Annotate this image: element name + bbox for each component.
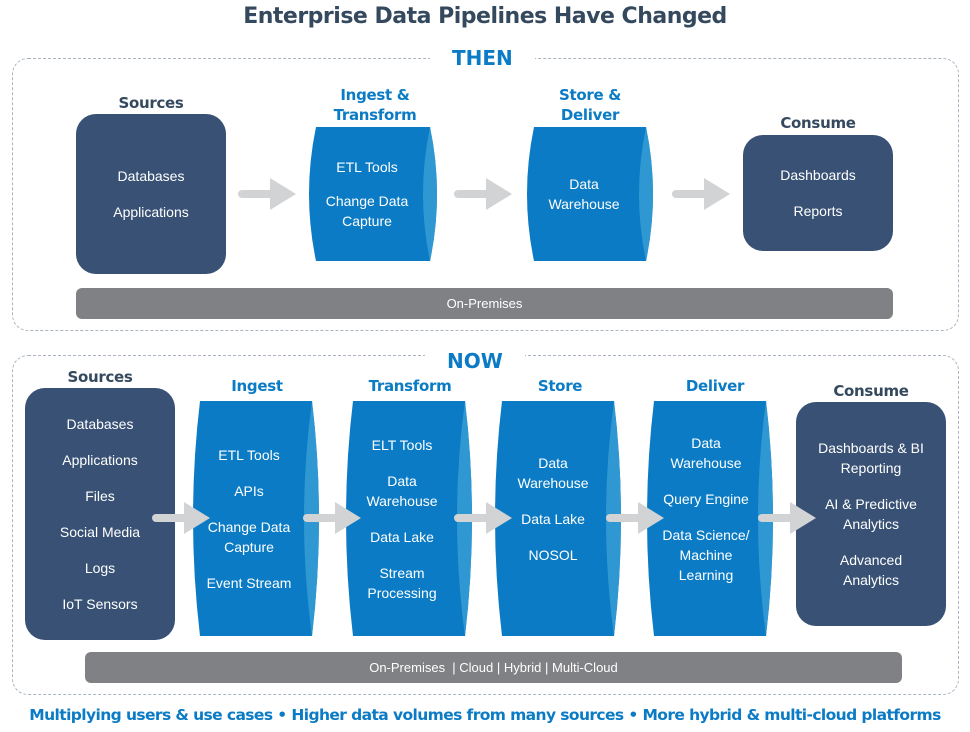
- now-deliver-heading: Deliver: [685, 377, 745, 395]
- now-ingest-heading: Ingest: [231, 377, 283, 395]
- then-sources-box: Databases Applications: [76, 114, 226, 274]
- now-sources-heading: Sources: [67, 368, 133, 386]
- deliver-item: Data Science/ Machine Learning: [662, 527, 750, 583]
- ingest-item: APIs: [234, 482, 264, 499]
- arrow-right-icon: [303, 502, 361, 534]
- now-environment-bar: On-Premises | Cloud | Hybrid | Multi-Clo…: [85, 652, 902, 683]
- then-store-deliver-cylinder: Data Warehouse: [526, 127, 660, 261]
- then-consume-box: Dashboards Reports: [743, 135, 893, 251]
- source-item: IoT Sensors: [62, 596, 138, 612]
- page-title: Enterprise Data Pipelines Have Changed: [243, 4, 727, 29]
- now-transform-heading: Transform: [368, 377, 452, 395]
- source-item: Databases: [66, 416, 134, 432]
- arrow-right-icon: [454, 178, 512, 210]
- source-item: Applications: [113, 204, 189, 220]
- now-consume-box: Dashboards & BI Reporting AI & Predictiv…: [796, 402, 946, 626]
- consume-item: Advanced Analytics: [839, 552, 903, 588]
- transform-item: Stream Processing: [367, 565, 437, 601]
- ingest-item: ETL Tools: [218, 446, 280, 463]
- source-item: Applications: [62, 452, 138, 468]
- source-item: Databases: [117, 168, 185, 184]
- then-ingest-transform-heading: Ingest & Transform: [333, 86, 417, 124]
- ingest-item: Event Stream: [206, 574, 292, 591]
- consume-item: Reports: [793, 203, 843, 219]
- consume-item: Dashboards: [780, 167, 856, 183]
- arrow-right-icon: [152, 502, 210, 534]
- store-item: Data Lake: [521, 511, 585, 527]
- now-consume-heading: Consume: [833, 382, 909, 400]
- store-item: Data Warehouse: [548, 176, 620, 212]
- ingest-item: ETL Tools: [336, 159, 398, 175]
- transform-item: Data Lake: [370, 529, 434, 545]
- transform-item: Data Warehouse: [366, 473, 438, 509]
- store-item: NOSOL: [528, 547, 578, 563]
- then-consume-heading: Consume: [780, 114, 856, 132]
- arrow-right-icon: [606, 502, 664, 534]
- then-label: THEN: [430, 46, 535, 70]
- consume-item: Dashboards & BI Reporting: [818, 440, 924, 476]
- arrow-right-icon: [454, 502, 512, 534]
- arrow-right-icon: [758, 502, 816, 534]
- deliver-item: Data Warehouse: [670, 435, 742, 471]
- now-label: NOW: [425, 349, 525, 373]
- source-item: Files: [85, 488, 115, 504]
- then-store-deliver-heading: Store & Deliver: [558, 86, 622, 124]
- footer-tagline: Multiplying users & use cases • Higher d…: [29, 706, 941, 724]
- arrow-right-icon: [672, 178, 730, 210]
- source-item: Logs: [84, 560, 116, 576]
- source-item: Social Media: [59, 524, 141, 540]
- ingest-item: Change Data Capture: [207, 518, 291, 555]
- transform-item: ELT Tools: [371, 437, 433, 453]
- then-environment-bar: On-Premises: [76, 288, 893, 319]
- deliver-item: Query Engine: [663, 491, 749, 507]
- store-item: Data Warehouse: [517, 455, 589, 491]
- arrow-right-icon: [238, 178, 296, 210]
- consume-item: AI & Predictive Analytics: [825, 496, 917, 532]
- now-store-heading: Store: [537, 377, 583, 395]
- ingest-item: Change Data Capture: [325, 193, 409, 229]
- then-sources-heading: Sources: [118, 94, 184, 112]
- then-ingest-transform-cylinder: ETL Tools Change Data Capture: [308, 127, 444, 261]
